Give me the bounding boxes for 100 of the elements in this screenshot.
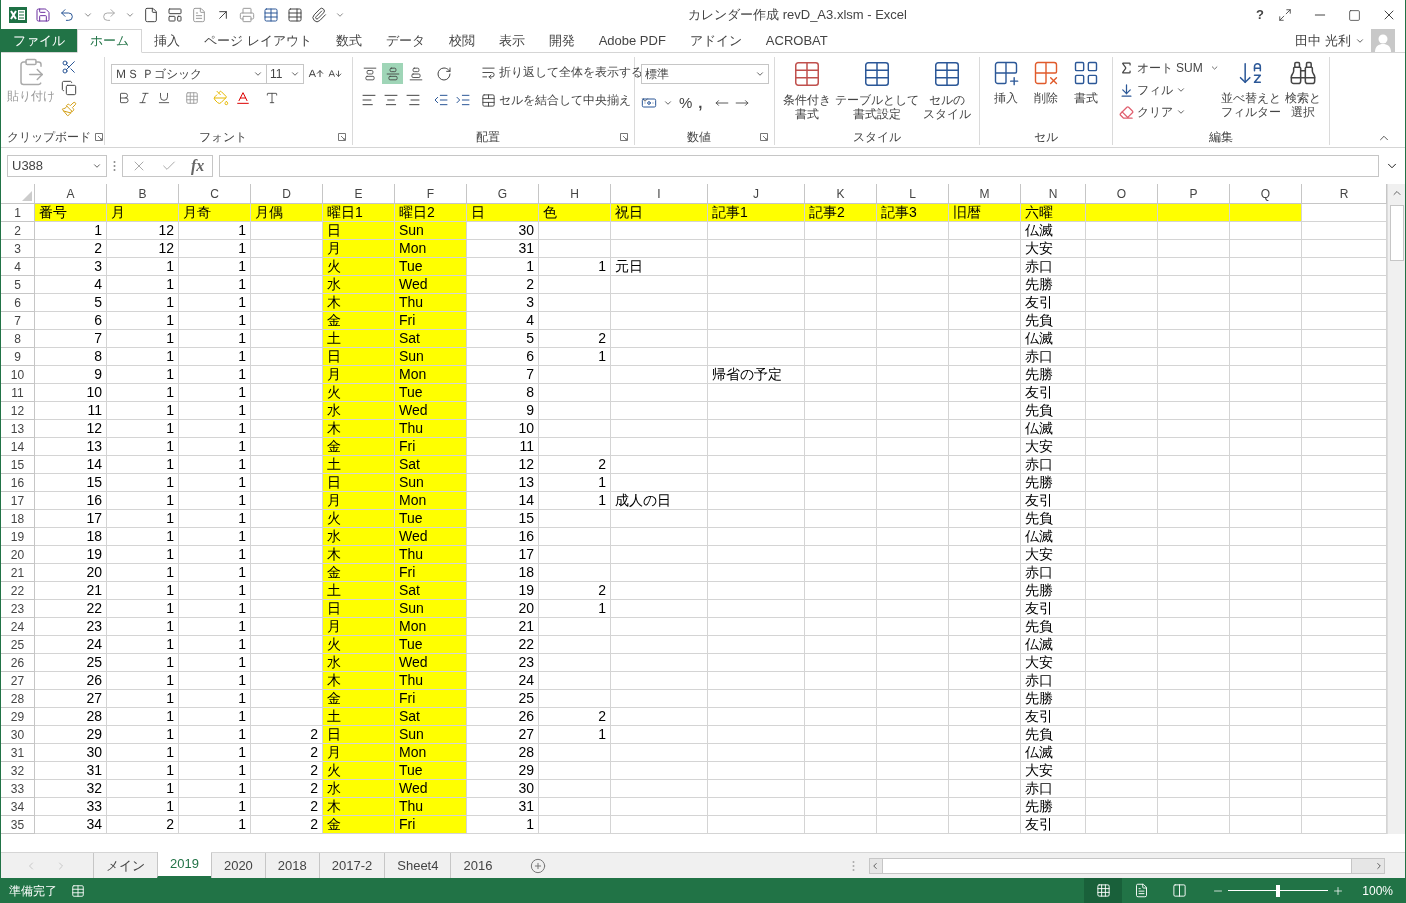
ribbon-tab[interactable]: Adobe PDF bbox=[586, 29, 678, 52]
style-button[interactable]: テーブルとして 書式設定 bbox=[833, 57, 921, 129]
percent-button[interactable]: % bbox=[679, 92, 693, 115]
help-button[interactable]: ? bbox=[1250, 5, 1270, 25]
column-header[interactable]: D bbox=[251, 184, 323, 204]
cells-button[interactable]: 削除 bbox=[1026, 57, 1066, 129]
column-header[interactable]: I bbox=[611, 184, 708, 204]
align-left-icon[interactable] bbox=[361, 92, 377, 108]
cells-button[interactable]: 書式 bbox=[1066, 57, 1106, 129]
column-header[interactable]: P bbox=[1158, 184, 1230, 204]
fill-color-icon[interactable] bbox=[213, 90, 229, 106]
merge-center-button[interactable]: セルを結合して中央揃え bbox=[481, 91, 650, 109]
grip-icon[interactable] bbox=[852, 859, 855, 872]
column-header[interactable]: A bbox=[35, 184, 107, 204]
outdent-icon[interactable] bbox=[433, 92, 449, 108]
style-button[interactable]: 条件付き 書式 bbox=[781, 57, 833, 129]
scrollbar-thumb[interactable] bbox=[1389, 205, 1404, 261]
name-box[interactable]: U388 bbox=[7, 155, 107, 177]
column-header[interactable]: R bbox=[1302, 184, 1387, 204]
bold-icon[interactable] bbox=[117, 91, 131, 105]
align-center-icon[interactable] bbox=[383, 92, 399, 108]
insert-function-button[interactable]: fx bbox=[191, 154, 205, 178]
column-header[interactable]: F bbox=[395, 184, 467, 204]
add-sheet-icon[interactable] bbox=[530, 857, 547, 874]
sheet-tab[interactable]: 2019 bbox=[157, 851, 211, 878]
cells-button[interactable]: 挿入 bbox=[986, 57, 1026, 129]
cut-icon[interactable] bbox=[61, 59, 77, 75]
borders-icon[interactable] bbox=[185, 91, 199, 105]
zoom-slider[interactable] bbox=[1228, 884, 1329, 897]
horizontal-scrollbar[interactable] bbox=[869, 857, 1385, 874]
table-cell: 9 bbox=[467, 402, 539, 420]
ribbon-tab[interactable]: 数式 bbox=[323, 29, 374, 52]
autosum-button[interactable]: オート SUM bbox=[1119, 59, 1219, 77]
macro-record-icon[interactable] bbox=[71, 883, 85, 898]
underline-icon[interactable] bbox=[157, 91, 171, 105]
grip-icon[interactable] bbox=[113, 160, 116, 172]
user-name[interactable]: 田中 光利 bbox=[1295, 31, 1351, 51]
align-right-icon[interactable] bbox=[405, 92, 421, 108]
fill-button[interactable]: フィル bbox=[1119, 81, 1219, 99]
table-cell bbox=[877, 330, 949, 348]
ribbon-tab[interactable]: 挿入 bbox=[142, 29, 192, 52]
formula-input[interactable] bbox=[219, 155, 1379, 177]
phonetic-icon[interactable] bbox=[265, 91, 279, 105]
font-size-field[interactable]: 11 bbox=[266, 64, 304, 84]
ribbon-display-icon[interactable] bbox=[1278, 8, 1292, 22]
vertical-align-button[interactable] bbox=[382, 63, 403, 84]
sort-filter-button[interactable]: 並べ替えと フィルター bbox=[1219, 57, 1283, 129]
view-button[interactable] bbox=[1084, 878, 1123, 903]
form-icon[interactable] bbox=[167, 7, 183, 23]
printer-icon[interactable] bbox=[239, 7, 255, 23]
italic-icon[interactable] bbox=[137, 91, 151, 105]
ribbon-tab[interactable]: ACROBAT bbox=[753, 29, 840, 52]
copy-icon[interactable] bbox=[61, 80, 77, 96]
orientation-icon[interactable] bbox=[436, 65, 452, 82]
dialog-launcher-icon[interactable] bbox=[95, 133, 103, 141]
format-painter-icon[interactable] bbox=[61, 101, 77, 117]
column-header[interactable]: K bbox=[805, 184, 877, 204]
font-name-field[interactable]: ＭＳ Ｐゴシック bbox=[111, 64, 267, 84]
save-icon[interactable] bbox=[35, 7, 51, 23]
column-header[interactable]: N bbox=[1021, 184, 1086, 204]
dialog-launcher-icon[interactable] bbox=[338, 133, 346, 141]
comma-button[interactable]: , bbox=[698, 92, 703, 115]
table-cell: 1 bbox=[179, 312, 251, 330]
column-header[interactable]: H bbox=[539, 184, 611, 204]
column-header[interactable]: L bbox=[877, 184, 949, 204]
column-header[interactable]: M bbox=[949, 184, 1021, 204]
column-header[interactable]: Q bbox=[1230, 184, 1302, 204]
undo-icon[interactable] bbox=[59, 7, 75, 23]
find-select-button[interactable]: 検索と 選択 bbox=[1283, 57, 1323, 129]
new-file-icon[interactable] bbox=[143, 7, 159, 23]
ribbon-tab[interactable]: ホーム bbox=[77, 29, 142, 53]
column-header[interactable]: E bbox=[323, 184, 395, 204]
column-header[interactable]: O bbox=[1086, 184, 1158, 204]
preview-icon[interactable] bbox=[191, 7, 207, 23]
ribbon-tab[interactable]: データ bbox=[373, 29, 437, 52]
file-tab[interactable]: ファイル bbox=[1, 29, 77, 52]
font-color-icon[interactable] bbox=[235, 90, 251, 106]
column-header[interactable]: G bbox=[467, 184, 539, 204]
clear-button[interactable]: クリア bbox=[1119, 103, 1219, 121]
ribbon-tab[interactable]: アドイン bbox=[677, 29, 754, 52]
style-button[interactable]: セルの スタイル bbox=[921, 57, 973, 129]
list-icon[interactable] bbox=[287, 7, 303, 23]
app-logo-icon[interactable] bbox=[9, 6, 27, 24]
column-header[interactable]: J bbox=[708, 184, 805, 204]
ribbon-tab[interactable]: 表示 bbox=[486, 29, 537, 52]
dialog-launcher-icon[interactable] bbox=[620, 133, 628, 141]
zoom-in-icon[interactable] bbox=[1332, 884, 1345, 897]
ribbon-tab[interactable]: ページ レイアウト bbox=[192, 29, 324, 52]
indent-icon[interactable] bbox=[455, 92, 471, 108]
paperclip-icon[interactable] bbox=[311, 7, 327, 23]
maximize-icon[interactable] bbox=[1348, 8, 1361, 22]
column-header[interactable]: C bbox=[179, 184, 251, 204]
number-format-field[interactable]: 標準 bbox=[641, 64, 769, 84]
ribbon-tab[interactable]: 校閲 bbox=[436, 29, 487, 52]
ribbon-tab[interactable]: 開発 bbox=[536, 29, 587, 52]
column-header[interactable]: B bbox=[107, 184, 179, 204]
dialog-launcher-icon[interactable] bbox=[760, 133, 768, 141]
table-icon[interactable] bbox=[263, 7, 279, 23]
vertical-scrollbar[interactable] bbox=[1387, 184, 1405, 834]
table-cell: 大安 bbox=[1021, 654, 1086, 672]
